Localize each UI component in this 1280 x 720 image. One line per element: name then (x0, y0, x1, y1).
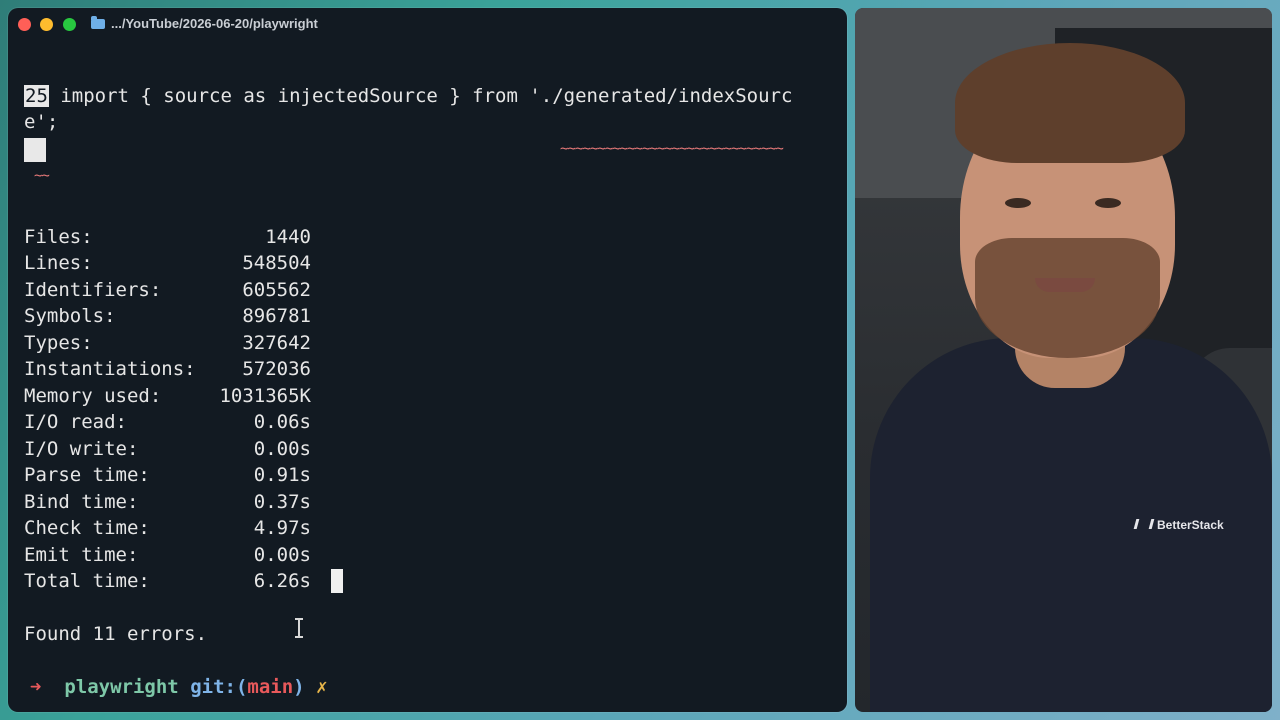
stat-row: Total time: 6.26s (24, 568, 311, 594)
presenter-eye (1005, 198, 1031, 208)
stat-value: 327642 (242, 332, 311, 354)
stat-row: Check time: 4.97s (24, 515, 311, 541)
stat-value: 0.00s (253, 438, 311, 460)
stat-row: Memory used: 1031365K (24, 383, 311, 409)
folder-icon (91, 16, 105, 29)
error-summary: Found 11 errors. (24, 623, 208, 645)
ibeam-cursor-icon (295, 618, 303, 638)
minimize-window-button[interactable] (40, 18, 53, 31)
stat-label: Types: (24, 332, 93, 354)
zoom-window-button[interactable] (63, 18, 76, 31)
prompt-directory: playwright (64, 676, 179, 698)
error-code-line: 25 import { source as injectedSource } f… (24, 83, 792, 109)
presenter-hair (955, 43, 1185, 163)
stat-row: I/O write: 0.00s (24, 436, 311, 462)
stat-label: Total time: (24, 570, 150, 592)
stat-label: Memory used: (24, 385, 162, 407)
betterstack-logo-icon (1133, 519, 1155, 529)
gutter-line (24, 136, 46, 162)
stat-label: Lines: (24, 252, 93, 274)
window-title: .../YouTube/2026-06-20/playwright (111, 16, 318, 31)
stat-value: 605562 (242, 279, 311, 301)
shirt-logo-text: BetterStack (1157, 518, 1224, 532)
close-window-button[interactable] (18, 18, 31, 31)
prompt-arrow-icon: ➜ (30, 676, 42, 698)
dirty-marker-icon: ✗ (316, 676, 328, 698)
stat-row: Files: 1440 (24, 224, 311, 250)
presenter-beard (975, 238, 1160, 358)
prompt-git-close: ) (293, 676, 305, 698)
stat-label: Bind time: (24, 491, 139, 513)
stat-row: Symbols: 896781 (24, 303, 311, 329)
code-wrap-line: e'; (24, 111, 59, 133)
webcam-overlay: BetterStack (855, 8, 1272, 712)
presenter-eye (1095, 198, 1121, 208)
stat-value: 0.06s (253, 411, 311, 433)
error-squiggle: ~~~~~~~~~~~~~~~~~~~~~~~~~~~~~~ (560, 141, 784, 157)
stat-value: 0.37s (253, 491, 311, 513)
stat-row: I/O read: 0.06s (24, 409, 311, 435)
prompt-git-label: git:( (190, 676, 248, 698)
stat-row: Lines: 548504 (24, 250, 311, 276)
stat-label: Identifiers: (24, 279, 162, 301)
stat-value: 548504 (242, 252, 311, 274)
stat-value: 572036 (242, 358, 311, 380)
stat-label: Emit time: (24, 544, 139, 566)
stat-label: Parse time: (24, 464, 150, 486)
stat-row: Emit time: 0.00s (24, 542, 311, 568)
shell-prompt[interactable]: ➜ playwright git:(main) ✗ (30, 674, 328, 700)
stat-label: Symbols: (24, 305, 116, 327)
line-number: 25 (24, 85, 49, 107)
stat-label: I/O read: (24, 411, 127, 433)
stat-label: I/O write: (24, 438, 139, 460)
code-text: import { source as injectedSource } from… (48, 85, 793, 107)
presenter-mouth (1035, 278, 1095, 292)
prompt-branch: main (247, 676, 294, 698)
stat-value: 896781 (242, 305, 311, 327)
stat-label: Instantiations: (24, 358, 196, 380)
stat-label: Check time: (24, 517, 150, 539)
stat-value: 1440 (265, 226, 311, 248)
stat-row: Identifiers: 605562 (24, 277, 311, 303)
shirt-logo: BetterStack (1133, 518, 1224, 532)
error-squiggle-wrap: ~~ (34, 168, 50, 184)
title-bar[interactable]: .../YouTube/2026-06-20/playwright (8, 8, 847, 40)
stat-value: 1031365K (219, 385, 311, 407)
stat-row: Instantiations: 572036 (24, 356, 311, 382)
stat-value: 0.91s (253, 464, 311, 486)
stat-row: Bind time: 0.37s (24, 489, 311, 515)
stat-value: 4.97s (253, 517, 311, 539)
stat-value: 0.00s (253, 544, 311, 566)
stat-label: Files: (24, 226, 93, 248)
gutter-block (24, 137, 46, 162)
terminal-window[interactable]: .../YouTube/2026-06-20/playwright 25 imp… (8, 8, 847, 712)
stat-row: Parse time: 0.91s (24, 462, 311, 488)
text-cursor (331, 569, 343, 593)
stat-value: 6.26s (253, 570, 311, 592)
stat-row: Types: 327642 (24, 330, 311, 356)
